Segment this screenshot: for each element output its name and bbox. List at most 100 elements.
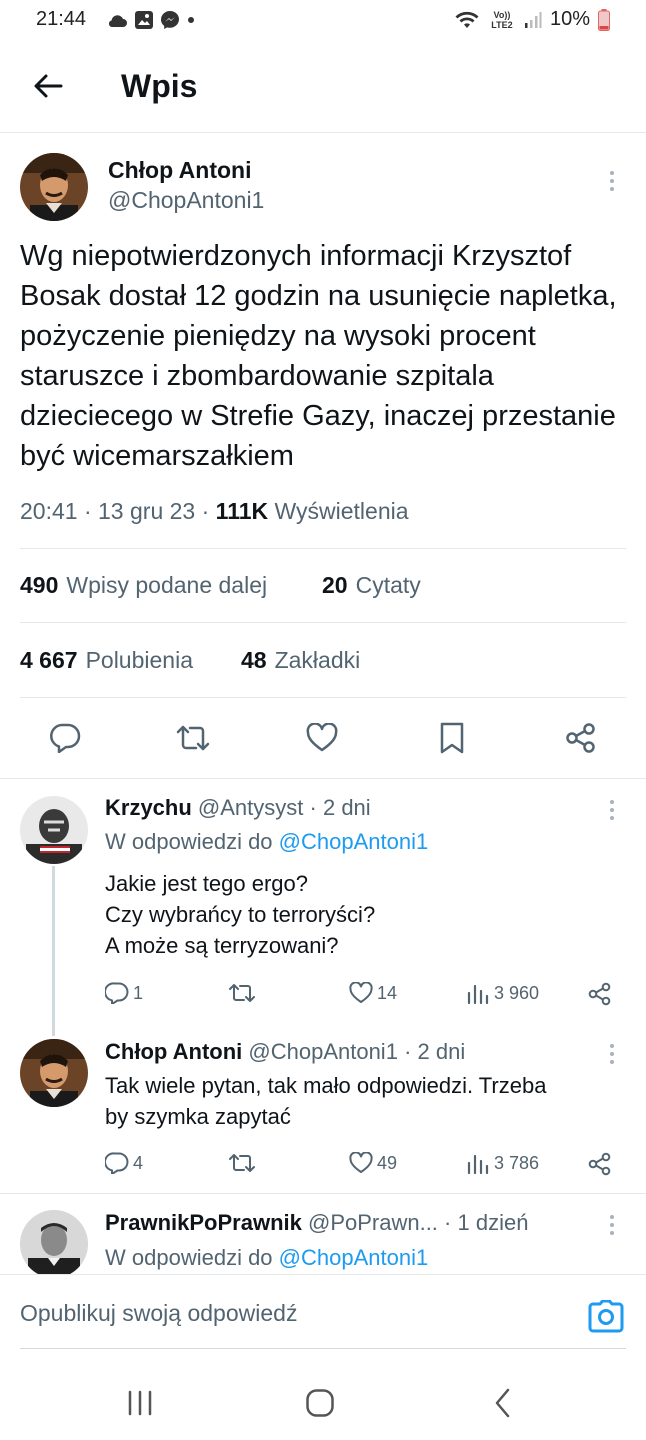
reply-retweet-button[interactable] (228, 1152, 260, 1174)
reply-reply-button[interactable]: 4 (105, 1152, 143, 1174)
reply-to-handle-link[interactable]: @ChopAntoni1 (279, 829, 429, 854)
reply-more-button[interactable] (600, 795, 624, 825)
bookmark-icon (439, 722, 465, 754)
reply-item-partial: PrawnikPoPrawnik @PoPrawn... · 1 dzień W… (0, 1194, 646, 1274)
divider (20, 622, 626, 623)
recent-apps-icon (126, 1390, 154, 1416)
recent-apps-button[interactable] (120, 1383, 160, 1423)
reply-to-prefix: W odpowiedzi do (105, 1245, 273, 1270)
share-icon (588, 1152, 612, 1176)
messenger-icon (160, 10, 180, 30)
reply-button[interactable] (43, 716, 87, 760)
reply-author-name[interactable]: Krzychu (105, 795, 192, 820)
quotes-label: Cytaty (355, 572, 421, 598)
reply-views-button[interactable]: 3 786 (466, 1152, 539, 1174)
signal-icon (524, 11, 542, 29)
reply-retweet-button[interactable] (228, 982, 260, 1004)
share-icon (588, 982, 612, 1006)
camera-button[interactable] (588, 1300, 624, 1336)
tweet-meta: 20:41 · 13 gru 23 · 111K Wyświetlenia (20, 498, 409, 524)
back-button[interactable] (26, 64, 70, 108)
reply-to-handle-link[interactable]: @ChopAntoni1 (279, 1245, 429, 1270)
system-back-button[interactable] (483, 1383, 523, 1423)
retweet-button[interactable] (171, 716, 215, 760)
reply-more-button[interactable] (600, 1210, 624, 1240)
reply-like-button[interactable]: 14 (349, 982, 397, 1004)
page-title: Wpis (121, 68, 198, 104)
views-icon (466, 1152, 490, 1174)
back-nav-icon (493, 1388, 513, 1418)
reply-author-handle[interactable]: @ChopAntoni1 (248, 1039, 398, 1064)
reply-text: Tak wiele pytan, tak mało odpowiedzi. Tr… (105, 1070, 546, 1132)
reply-header: PrawnikPoPrawnik @PoPrawn... · 1 dzień (105, 1210, 528, 1236)
reply-age: 1 dzień (457, 1210, 529, 1235)
camera-icon (588, 1300, 624, 1334)
likes-stat[interactable]: 4 667 Polubienia (20, 647, 193, 674)
quotes-stat[interactable]: 20 Cytaty (322, 572, 421, 599)
bookmark-button[interactable] (430, 716, 474, 760)
more-icon (610, 1044, 614, 1064)
likes-label: Polubienia (85, 647, 193, 673)
reply-like-button[interactable]: 49 (349, 1152, 397, 1174)
reply-avatar[interactable] (20, 796, 88, 864)
reply-text-line: Jakie jest tego ergo? (105, 871, 309, 896)
views-label: Wyświetlenia (274, 498, 409, 524)
reply-header: Chłop Antoni @ChopAntoni1 · 2 dni (105, 1039, 465, 1065)
reply-share-button[interactable] (588, 982, 612, 1006)
tweet-date[interactable]: 13 gru 23 (98, 498, 195, 524)
reply-text-line: Tak wiele pytan, tak mało odpowiedzi. Tr… (105, 1073, 547, 1098)
more-icon (610, 171, 614, 191)
like-count: 49 (377, 1152, 398, 1173)
quotes-count: 20 (322, 572, 348, 598)
separator-dot: · (309, 795, 317, 820)
home-button[interactable] (300, 1383, 340, 1423)
status-time: 21:44 (36, 8, 87, 30)
network-label: Vo)) LTE2 (491, 9, 513, 30)
like-icon (306, 723, 338, 753)
likes-count: 4 667 (20, 647, 78, 673)
author-handle[interactable]: @ChopAntoni1 (108, 187, 264, 214)
gallery-icon (134, 10, 154, 30)
bookmarks-label: Zakładki (274, 647, 361, 673)
reply-reply-button[interactable]: 1 (105, 982, 143, 1004)
reply-avatar[interactable] (20, 1210, 88, 1274)
back-arrow-icon (33, 73, 63, 99)
reply-author-handle[interactable]: @Antysyst (198, 795, 303, 820)
bookmarks-stat[interactable]: 48 Zakładki (241, 647, 360, 674)
divider (20, 697, 626, 698)
reply-views-button[interactable]: 3 960 (466, 982, 539, 1004)
reply-author-name[interactable]: PrawnikPoPrawnik (105, 1210, 302, 1235)
separator-dot: · (404, 1039, 412, 1064)
share-icon (565, 722, 597, 754)
author-avatar[interactable] (20, 153, 88, 221)
retweets-stat[interactable]: 490 Wpisy podane dalej (20, 572, 267, 599)
views-count: 111K (215, 498, 269, 524)
author-name[interactable]: Chłop Antoni (108, 157, 252, 184)
tweet-time[interactable]: 20:41 (20, 498, 78, 524)
retweets-count: 490 (20, 572, 59, 598)
like-button[interactable] (300, 716, 344, 760)
reply-age: 2 dni (417, 1039, 466, 1064)
more-icon (610, 800, 614, 820)
reply-author-handle[interactable]: @PoPrawn... (308, 1210, 438, 1235)
reply-icon (105, 982, 129, 1004)
views-count: 3 786 (494, 1152, 540, 1173)
reply-icon (105, 1152, 129, 1174)
reply-avatar[interactable] (20, 1039, 88, 1107)
share-button[interactable] (559, 716, 603, 760)
tweet-more-button[interactable] (600, 166, 624, 196)
reply-count: 1 (133, 982, 144, 1003)
reply-to-line: W odpowiedzi do @ChopAntoni1 (105, 829, 428, 855)
reply-more-button[interactable] (600, 1039, 624, 1069)
reply-author-name[interactable]: Chłop Antoni (105, 1039, 242, 1064)
cloud-icon (106, 12, 128, 28)
battery-percent: 10% (549, 8, 590, 30)
reply-text-line: Czy wybrańcy to terroryści? (105, 902, 376, 927)
retweet-icon (228, 1152, 256, 1174)
reply-compose-input[interactable]: Opublikuj swoją odpowiedź (20, 1300, 297, 1327)
reply-share-button[interactable] (588, 1152, 612, 1176)
retweet-icon (175, 723, 211, 753)
tweet-text: Wg niepotwierdzonych informacji Krzyszto… (20, 240, 617, 472)
reply-header: Krzychu @Antysyst · 2 dni (105, 795, 371, 821)
retweet-icon (228, 982, 256, 1004)
